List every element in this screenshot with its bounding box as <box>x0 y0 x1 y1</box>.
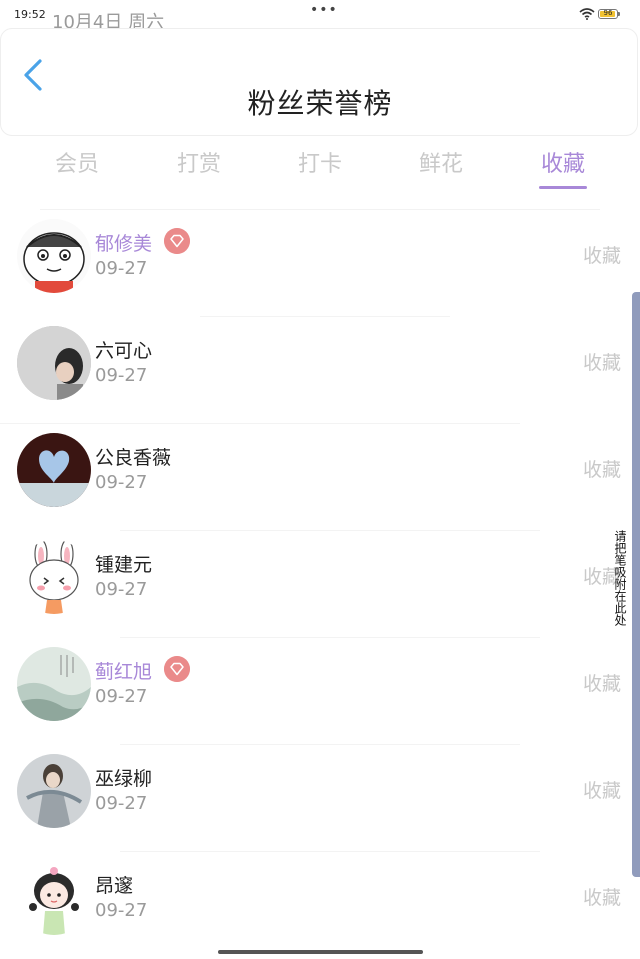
favorite-date: 09-27 <box>95 258 148 279</box>
pen-dock-hint: 请把笔吸附在此处 <box>613 530 627 626</box>
more-dots-icon[interactable]: ••• <box>310 2 338 18</box>
list-item[interactable]: 蓟红旭 09-27 收藏 <box>0 638 640 745</box>
favorite-date: 09-27 <box>95 900 148 921</box>
page-title: 粉丝荣誉榜 <box>247 87 393 120</box>
active-tab-indicator <box>539 186 587 189</box>
user-name[interactable]: 公良香薇 <box>95 443 171 470</box>
status-time: 19:52 <box>14 8 46 21</box>
tab-checkin[interactable]: 打卡 <box>280 146 360 178</box>
list-item[interactable]: 锺建元 09-27 收藏 <box>0 531 640 638</box>
favorite-date: 09-27 <box>95 365 148 386</box>
avatar <box>17 433 91 507</box>
tab-tips[interactable]: 打赏 <box>159 146 239 178</box>
favorite-date: 09-27 <box>95 686 148 707</box>
wifi-icon <box>579 8 595 20</box>
list-item[interactable]: 昂邃 09-27 收藏 <box>0 852 640 959</box>
favorite-label: 收藏 <box>583 673 622 695</box>
favorite-label: 收藏 <box>583 780 622 802</box>
tab-bar: 会员 打赏 打卡 鲜花 收藏 <box>0 140 640 192</box>
avatar <box>17 326 91 400</box>
tab-flowers[interactable]: 鲜花 <box>401 146 481 178</box>
favorite-label: 收藏 <box>583 887 622 909</box>
avatar <box>17 754 91 828</box>
favorite-label: 收藏 <box>583 459 622 481</box>
list-item[interactable]: 公良香薇 09-27 收藏 <box>0 424 640 531</box>
battery-icon: 96 <box>598 9 620 19</box>
user-name[interactable]: 郁修美 <box>95 229 152 256</box>
favorite-date: 09-27 <box>95 579 148 600</box>
user-name[interactable]: 六可心 <box>95 336 152 363</box>
user-name[interactable]: 昂邃 <box>95 871 133 898</box>
list-item[interactable]: 郁修美 09-27 收藏 <box>0 210 640 317</box>
favorite-label: 收藏 <box>583 245 622 267</box>
list-item[interactable]: 巫绿柳 09-27 收藏 <box>0 745 640 852</box>
status-bar: 19:52 10月4日 周六 ••• 96 <box>0 0 640 33</box>
favorite-date: 09-27 <box>95 472 148 493</box>
battery-level: 96 <box>603 9 613 17</box>
avatar <box>17 647 91 721</box>
home-indicator[interactable] <box>218 950 423 954</box>
list-item[interactable]: 六可心 09-27 收藏 <box>0 317 640 424</box>
user-name[interactable]: 巫绿柳 <box>95 764 152 791</box>
tab-favorites[interactable]: 收藏 <box>523 146 603 178</box>
avatar <box>17 540 91 614</box>
user-name[interactable]: 锺建元 <box>95 550 152 577</box>
favorite-date: 09-27 <box>95 793 148 814</box>
tab-members[interactable]: 会员 <box>37 146 117 178</box>
favorite-label: 收藏 <box>583 352 622 374</box>
user-name[interactable]: 蓟红旭 <box>95 657 152 684</box>
diamond-icon <box>164 656 190 682</box>
diamond-icon <box>164 228 190 254</box>
pen-dock-bar[interactable] <box>632 292 640 877</box>
avatar <box>17 219 91 293</box>
avatar <box>17 861 91 935</box>
